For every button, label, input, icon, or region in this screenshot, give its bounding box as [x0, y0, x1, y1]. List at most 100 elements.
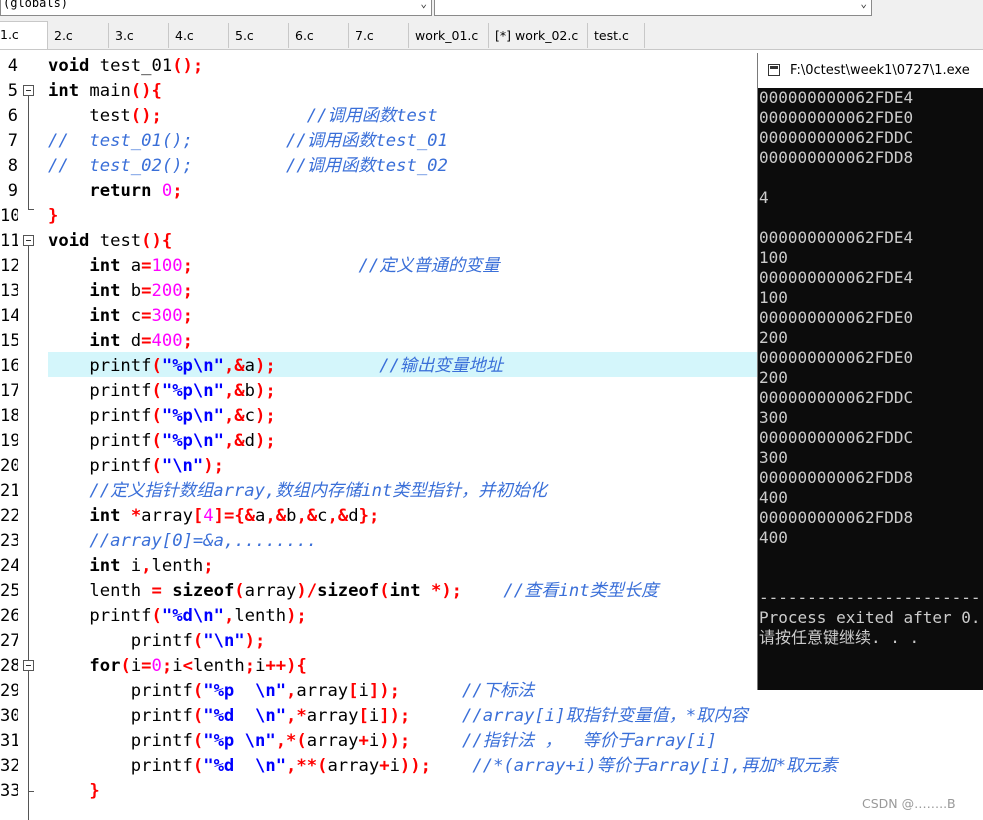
code-token: ();	[172, 56, 204, 76]
code-line[interactable]: printf("\n");	[48, 454, 224, 479]
line-number: 28	[0, 656, 18, 676]
chevron-down-icon[interactable]: ⌄	[860, 0, 867, 12]
code-line[interactable]: int i,lenth;	[48, 554, 213, 579]
code-token: 200	[151, 281, 183, 301]
code-token: int	[48, 81, 80, 101]
code-line[interactable]: }	[48, 204, 58, 229]
code-token: [	[358, 706, 369, 726]
console-line: 000000000062FDDC	[759, 428, 914, 447]
console-line: 100	[759, 248, 788, 267]
code-line[interactable]: int c=300;	[48, 304, 193, 329]
code-line[interactable]: int main(){	[48, 79, 162, 104]
code-token: a	[255, 506, 266, 526]
code-token: //定义普通的变量	[358, 256, 500, 276]
code-token: <	[182, 656, 193, 676]
code-line[interactable]: // test_01(); //调用函数test_01	[48, 129, 448, 154]
code-token: i	[368, 706, 380, 726]
code-line[interactable]: printf("\n");	[48, 629, 266, 654]
tab-label: 1.c	[0, 27, 19, 42]
code-line[interactable]: return 0;	[48, 179, 182, 204]
code-line[interactable]: printf("%d\n",lenth);	[48, 604, 306, 629]
code-token: "	[213, 356, 224, 376]
code-line[interactable]: // test_02(); //调用函数test_02	[48, 154, 448, 179]
code-line[interactable]: int d=400;	[48, 329, 193, 354]
tab-test[interactable]: test.c	[588, 23, 645, 48]
code-token: \n	[192, 406, 214, 426]
tab-5c[interactable]: 5.c	[229, 23, 289, 48]
code-token: i	[255, 656, 266, 676]
tab-work-01[interactable]: work_01.c	[409, 23, 489, 48]
code-token: lenth	[192, 656, 245, 676]
code-token: // test_01(); //调用函数test_01	[48, 131, 448, 151]
code-line[interactable]: printf("%p\n",&c);	[48, 404, 275, 429]
code-line[interactable]: printf("%p \n",*(array+i)); //指针法 ， 等价于a…	[48, 729, 717, 754]
code-token: ;	[244, 656, 256, 676]
code-line[interactable]: printf("%d \n",**(array+i)); //*(array+i…	[48, 754, 838, 779]
tab-4c[interactable]: 4.c	[169, 23, 229, 48]
code-line[interactable]: printf("%d \n",*array[i]); //array[i]取指针…	[48, 704, 748, 729]
code-line[interactable]: for(i=0;i<lenth;i++){	[48, 654, 306, 679]
code-token: "	[203, 631, 214, 651]
console-window[interactable]: F:\0ctest\week1\0727\1.exe 000000000062F…	[757, 53, 983, 690]
fold-toggle-icon[interactable]	[23, 85, 34, 96]
code-line[interactable]: printf("%p \n",array[i]); //下标法	[48, 679, 535, 704]
code-line[interactable]: lenth = sizeof(array)/sizeof(int *); //查…	[48, 579, 658, 604]
scope-combo[interactable]: (globals) ⌄	[0, 0, 432, 16]
code-line[interactable]: void test(){	[48, 229, 172, 254]
code-token: lenth	[151, 556, 204, 576]
console-line: 4	[759, 188, 769, 207]
code-line[interactable]: printf("%p\n",&d);	[48, 429, 275, 454]
code-token: \n	[192, 606, 214, 626]
code-token: ,&	[223, 381, 245, 401]
code-token: );	[255, 381, 276, 401]
console-line: 000000000062FDE0	[759, 308, 914, 327]
line-number: 10	[0, 206, 18, 226]
code-token: \n	[213, 631, 235, 651]
code-token: int	[89, 331, 121, 351]
code-line[interactable]: test(); //调用函数test	[48, 104, 437, 129]
fold-toggle-icon[interactable]	[23, 660, 34, 671]
line-number: 30	[0, 706, 18, 726]
tab-1c[interactable]: 1.c	[0, 21, 48, 49]
code-token: i	[172, 656, 183, 676]
code-line[interactable]: int b=200;	[48, 279, 193, 304]
code-line[interactable]: //定义指针数组array,数组内存储int类型指针，并初始化	[48, 479, 547, 504]
chevron-down-icon[interactable]: ⌄	[420, 0, 427, 12]
code-token: printf	[48, 756, 193, 776]
code-line[interactable]: printf("%p\n",&a); //输出变量地址	[48, 354, 503, 379]
code-token: a	[244, 356, 256, 376]
code-line[interactable]: //array[0]=&a,........	[48, 529, 317, 554]
code-token: //指针法 ， 等价于array[i]	[462, 731, 717, 751]
code-line[interactable]: int *array[4]={&a,&b,&c,&d};	[48, 504, 379, 529]
code-token: printf	[48, 681, 193, 701]
fold-toggle-icon[interactable]	[23, 235, 34, 246]
line-number: 12	[0, 256, 18, 276]
code-token: ]);	[379, 706, 411, 726]
code-token: ();	[130, 106, 162, 126]
code-line[interactable]: printf("%p\n",&b);	[48, 379, 276, 404]
code-token: array	[296, 681, 349, 701]
code-line[interactable]: }	[48, 779, 99, 804]
code-token: // test_02(); //调用函数test_02	[48, 156, 448, 176]
tab-6c[interactable]: 6.c	[289, 23, 349, 48]
console-line: 400	[759, 488, 788, 507]
tab-2c[interactable]: 2.c	[48, 23, 109, 48]
code-token: =	[141, 256, 152, 276]
line-number: 20	[0, 456, 18, 476]
code-token: 0	[151, 656, 162, 676]
tab-7c[interactable]: 7.c	[349, 23, 409, 48]
function-combo[interactable]: ⌄	[434, 0, 872, 16]
tab-work-02[interactable]: [*] work_02.c	[489, 23, 588, 48]
code-token: "	[213, 406, 224, 426]
console-title-bar[interactable]: F:\0ctest\week1\0727\1.exe	[758, 53, 983, 88]
code-token: void	[48, 231, 90, 251]
code-line[interactable]: int a=100; //定义普通的变量	[48, 254, 500, 279]
tab-3c[interactable]: 3.c	[109, 23, 169, 48]
code-line[interactable]: void test_01();	[48, 54, 203, 79]
code-token: i	[368, 731, 380, 751]
